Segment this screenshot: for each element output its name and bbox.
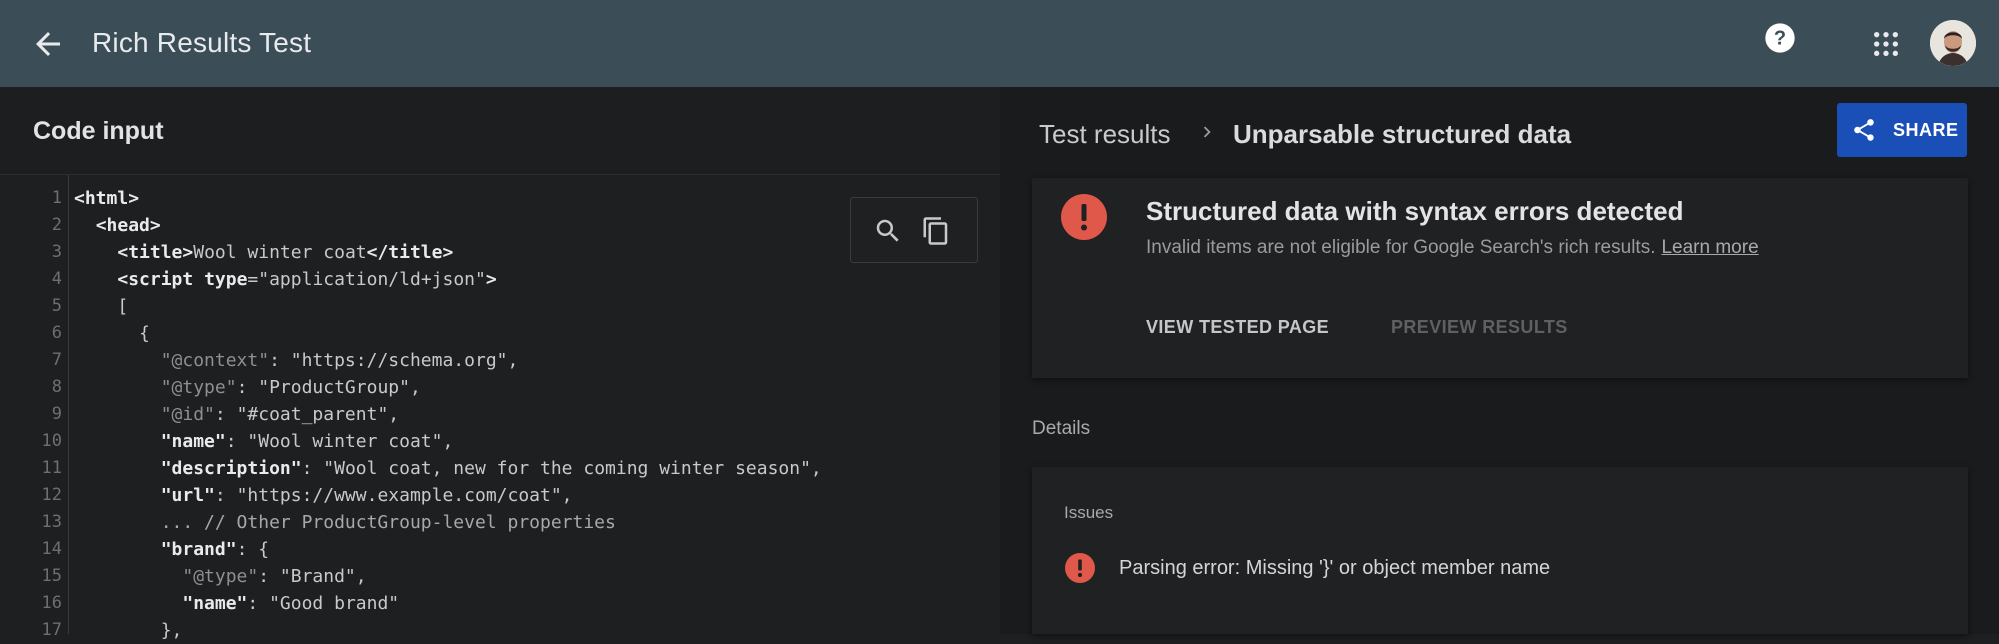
copy-icon[interactable] (921, 216, 951, 246)
line-number: 5 (51, 296, 62, 316)
line-number: 9 (51, 404, 62, 424)
top-app-bar: Rich Results Test ? (0, 0, 1999, 87)
search-icon[interactable] (873, 216, 903, 246)
line-number: 1 (51, 188, 62, 208)
line-number: 11 (41, 458, 62, 478)
code-line: "description": "Wool coat, new for the c… (160, 458, 822, 479)
line-number-gutter: 1 2 3 4 5 6 7 8 9 10 11 12 13 14 15 16 1… (0, 175, 69, 640)
code-line: "name": "Good brand" (182, 593, 400, 614)
code-line: "@context": "https://schema.org", (160, 350, 519, 371)
result-description-text: Invalid items are not eligible for Googl… (1146, 237, 1656, 258)
arrow-back-icon[interactable] (30, 26, 66, 62)
issues-heading: Issues (1064, 503, 1114, 522)
line-number: 16 (41, 593, 62, 613)
code-line: ... // Other ProductGroup-level properti… (74, 512, 616, 533)
line-number: 3 (51, 242, 62, 262)
code-line: "brand": { (160, 539, 270, 560)
share-label: SHARE (1893, 120, 1959, 140)
code-line: "@id": "#coat_parent", (160, 404, 400, 425)
code-input-title: Code input (33, 117, 164, 145)
error-icon (1065, 553, 1095, 583)
code-line: }, (74, 620, 183, 641)
code-line: <title>Wool winter coat</title> (117, 242, 454, 263)
line-number: 14 (41, 539, 62, 559)
line-number: 8 (51, 377, 62, 397)
code-input-panel: Code input 1 2 3 4 5 6 7 8 9 10 11 12 13… (0, 87, 1000, 641)
code-line: "@type": "ProductGroup", (160, 377, 421, 398)
preview-results-button: PREVIEW RESULTS (1391, 317, 1568, 337)
avatar[interactable] (1930, 20, 1976, 66)
code-input-header: Code input (0, 87, 1000, 175)
code-line: <head> (95, 215, 161, 236)
test-results-panel: Test results Unparsable structured data … (1000, 87, 1999, 634)
line-number: 2 (51, 215, 62, 235)
code-line: "url": "https://www.example.com/coat", (160, 485, 573, 506)
share-button[interactable]: SHARE (1837, 103, 1967, 157)
line-number: 13 (41, 512, 62, 532)
line-number: 6 (51, 323, 62, 343)
result-title: Structured data with syntax errors detec… (1146, 196, 1684, 226)
apps-grid-icon[interactable] (1870, 28, 1902, 60)
issue-item[interactable]: Parsing error: Missing '}' or object mem… (1119, 557, 1550, 580)
result-summary-card: Structured data with syntax errors detec… (1032, 178, 1968, 378)
learn-more-link[interactable]: Learn more (1661, 237, 1758, 258)
details-heading: Details (1032, 418, 1091, 439)
svg-text:?: ? (1774, 28, 1786, 50)
breadcrumb-test-results[interactable]: Test results (1039, 119, 1171, 150)
line-number: 15 (41, 566, 62, 586)
line-number: 4 (51, 269, 62, 289)
breadcrumb-current: Unparsable structured data (1233, 119, 1572, 149)
code-line: "name": "Wool winter coat", (160, 431, 454, 452)
code-line: <html> (74, 188, 140, 209)
line-number: 10 (41, 431, 62, 451)
issues-card: Issues Parsing error: Missing '}' or obj… (1032, 467, 1968, 634)
code-line: [ (74, 296, 129, 317)
line-number: 12 (41, 485, 62, 505)
line-number: 7 (51, 350, 62, 370)
code-line: <script type="application/ld+json"> (117, 269, 497, 290)
view-tested-page-button[interactable]: VIEW TESTED PAGE (1146, 317, 1329, 338)
code-toolbar (850, 197, 978, 263)
line-number: 17 (41, 620, 62, 640)
result-description: Invalid items are not eligible for Googl… (1146, 237, 1759, 259)
error-icon (1061, 194, 1107, 240)
help-icon[interactable]: ? (1764, 22, 1796, 54)
chevron-right-icon (1196, 121, 1218, 143)
share-icon (1851, 117, 1877, 143)
results-header: Test results Unparsable structured data … (1000, 87, 1999, 177)
code-line: { (74, 323, 150, 344)
code-line: "@type": "Brand", (182, 566, 367, 587)
app-title: Rich Results Test (92, 27, 312, 58)
